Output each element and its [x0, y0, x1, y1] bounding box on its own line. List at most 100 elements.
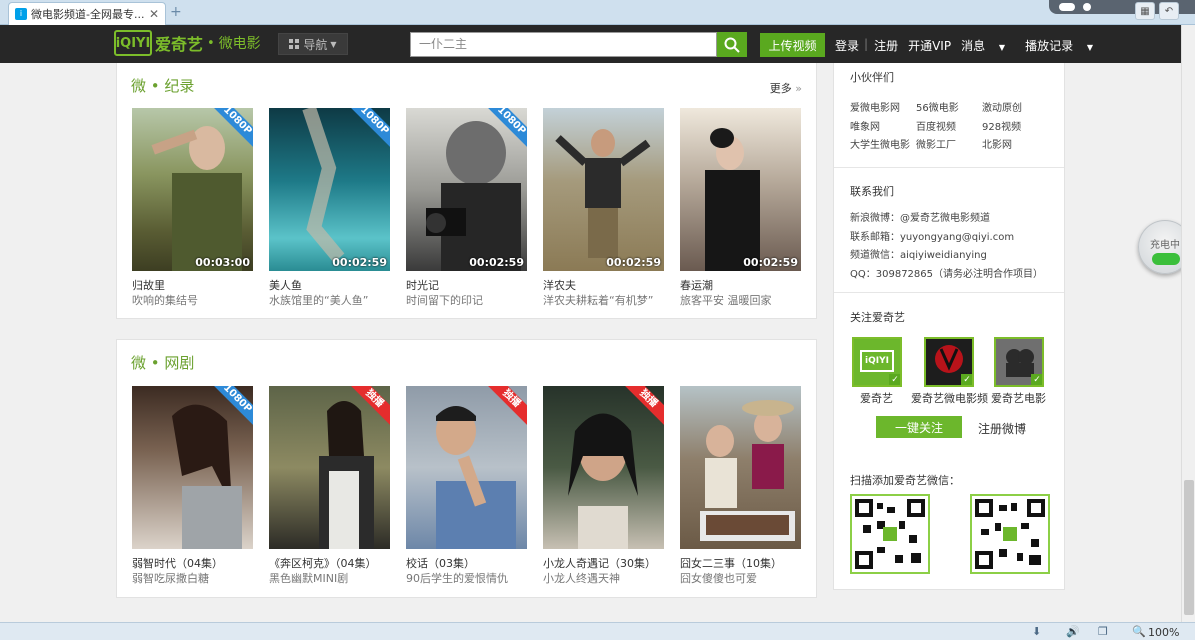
zoom-level[interactable]: 100% [1148, 626, 1179, 639]
browser-status-bar: ⬇ 🔊 ❐ 🔍 100% [0, 622, 1195, 640]
history-menu[interactable]: 播放记录 ▼ [1025, 37, 1103, 54]
chevron-down-icon: ▼ [998, 43, 1006, 52]
nav-menu-button[interactable]: 导航 ▼ [278, 33, 348, 55]
site-favicon-icon: i [15, 8, 27, 20]
checkmark-icon: ✓ [961, 374, 972, 385]
video-desc: 黑色幽默MINI剧 [269, 572, 349, 585]
browser-tab[interactable]: i 微电影频道-全网最专... ✕ [8, 2, 166, 25]
video-thumbnail[interactable]: 00:02:59 [543, 108, 664, 271]
new-tab-button[interactable]: + [170, 4, 182, 20]
wechat-title: 扫描添加爱奇艺微信： [850, 474, 960, 487]
video-thumbnail[interactable]: 00:02:59 [680, 108, 801, 271]
zoom-icon[interactable]: 🔍 [1132, 625, 1146, 638]
sidebar: 小伙伴们 爱微电影网 56微电影 激动原创 唯象网 百度视频 928视频 大学生… [833, 63, 1065, 590]
video-title[interactable]: 《奔区柯克》（04集） [269, 555, 377, 571]
video-title[interactable]: 美人鱼 [269, 277, 302, 293]
video-title[interactable]: 时光记 [406, 277, 439, 293]
logo-dot: • [207, 35, 215, 51]
video-thumbnail[interactable]: 1080P 00:02:59 [406, 108, 527, 271]
iqiyi-microfilm-avatar[interactable]: ✓ [924, 337, 974, 387]
video-desc: 小龙人终遇天神 [543, 572, 620, 585]
video-thumbnail[interactable]: 1080P [132, 386, 253, 549]
upload-video-button[interactable]: 上传视频 [760, 33, 825, 57]
contact-email: 联系邮箱：yuyongyang@qiyi.com [850, 232, 1015, 243]
tab-title: 微电影频道-全网最专... [31, 8, 145, 21]
duration-label: 00:02:59 [606, 256, 661, 269]
video-title[interactable]: 弱智时代（04集） [132, 555, 223, 571]
search-button[interactable] [717, 32, 747, 57]
site-logo[interactable]: iQIYI 爱奇艺 • 微电影 [114, 30, 261, 56]
section-title: 微 • 网剧 [131, 354, 195, 372]
more-link[interactable]: 更多 » [770, 80, 802, 96]
qr-code-icon [855, 499, 925, 569]
minimize-icon[interactable] [1083, 3, 1091, 11]
girl-image [319, 401, 374, 549]
video-title[interactable]: 归故里 [132, 277, 165, 293]
video-title[interactable]: 囧女二三事（10集） [680, 555, 782, 571]
farmer-image [555, 129, 651, 258]
register-weibo-link[interactable]: 注册微博 [978, 420, 1026, 437]
web-series-section: 微 • 网剧 1080P 弱智时代（04集） 弱智吃尿撒白糖 独播 《奔区柯克》… [116, 339, 817, 598]
video-thumbnail[interactable]: 独播 [543, 386, 664, 549]
window-icon[interactable]: ❐ [1098, 625, 1108, 638]
scrollbar-thumb[interactable] [1184, 480, 1194, 615]
video-thumbnail[interactable] [680, 386, 801, 549]
video-title[interactable]: 校话（03集） [406, 555, 475, 571]
contact-qq: QQ：309872865（请务必注明合作项目） [850, 269, 1044, 280]
site-header: iQIYI 爱奇艺 • 微电影 导航 ▼ 一仆二主 上传视频 登录 | 注册 开… [0, 25, 1195, 63]
checkmark-icon: ✓ [1031, 374, 1042, 385]
video-desc: 囧女傻傻也可爱 [680, 572, 757, 585]
partner-link[interactable]: 北影网 [982, 136, 1012, 151]
video-thumbnail[interactable]: 1080P 00:02:59 [269, 108, 390, 271]
contact-wechat: 频道微信：aiqiyiweidianying [850, 250, 987, 261]
login-link[interactable]: 登录 [835, 37, 859, 54]
partner-link[interactable]: 大学生微电影 [850, 136, 910, 151]
register-link[interactable]: 注册 [874, 37, 898, 54]
grid-icon[interactable]: ▦ [1135, 2, 1155, 20]
account-name: 爱奇艺电影 [991, 392, 1046, 405]
double-chevron-right-icon: » [791, 82, 802, 95]
close-tab-icon[interactable]: ✕ [149, 7, 159, 21]
partner-link[interactable]: 唯象网 [850, 118, 880, 133]
user-nav: 登录 | 注册 开通VIP 消息 ▼ 播放记录 ▼ [835, 37, 1113, 54]
partner-link[interactable]: 928视频 [982, 118, 1021, 133]
partner-link[interactable]: 百度视频 [916, 118, 956, 133]
partner-link[interactable]: 微影工厂 [916, 136, 956, 151]
partners-title: 小伙伴们 [850, 71, 894, 84]
nav-label: 导航 [303, 37, 328, 52]
video-desc: 旅客平安 温暖回家 [680, 294, 772, 307]
partner-link[interactable]: 56微电影 [916, 99, 959, 114]
iqiyi-movie-avatar[interactable]: ✓ [994, 337, 1044, 387]
follow-title: 关注爱奇艺 [850, 311, 905, 324]
chevron-down-icon: ▼ [330, 39, 337, 49]
search-input[interactable]: 一仆二主 [410, 32, 717, 57]
video-title[interactable]: 春运潮 [680, 277, 713, 293]
vertical-scrollbar[interactable] [1181, 25, 1195, 622]
toggle-icon[interactable] [1059, 3, 1075, 11]
vip-link[interactable]: 开通VIP [908, 37, 951, 54]
video-thumbnail[interactable]: 独播 [406, 386, 527, 549]
messages-label: 消息 [961, 39, 986, 53]
partner-link[interactable]: 爱微电影网 [850, 99, 900, 114]
messages-menu[interactable]: 消息 ▼ [961, 37, 1015, 54]
volume-icon[interactable]: 🔊 [1066, 625, 1080, 638]
download-icon[interactable]: ⬇ [1032, 625, 1041, 638]
duration-label: 00:02:59 [743, 256, 798, 269]
photographer-image [426, 121, 521, 271]
qr-code-icon [975, 499, 1045, 569]
video-thumbnail[interactable]: 1080P 00:03:00 [132, 108, 253, 271]
video-desc: 吹响的集结号 [132, 294, 198, 307]
iqiyi-logo-mark: iQIYI [114, 30, 152, 56]
video-title[interactable]: 小龙人奇遇记（30集） [543, 555, 656, 571]
video-thumbnail[interactable]: 独播 [269, 386, 390, 549]
checkmark-icon: ✓ [889, 374, 900, 385]
partner-link[interactable]: 激动原创 [982, 99, 1022, 114]
history-label: 播放记录 [1025, 39, 1074, 53]
contact-weibo: 新浪微博：@爱奇艺微电影频道 [850, 213, 990, 224]
iqiyi-account-avatar[interactable]: iQIYI ✓ [852, 337, 902, 387]
video-title[interactable]: 洋农夫 [543, 277, 576, 293]
undo-icon[interactable]: ↶ [1159, 2, 1179, 20]
divider: | [864, 37, 869, 51]
follow-all-button[interactable]: 一键关注 [876, 416, 962, 438]
channel-name: 微电影 [218, 36, 261, 52]
